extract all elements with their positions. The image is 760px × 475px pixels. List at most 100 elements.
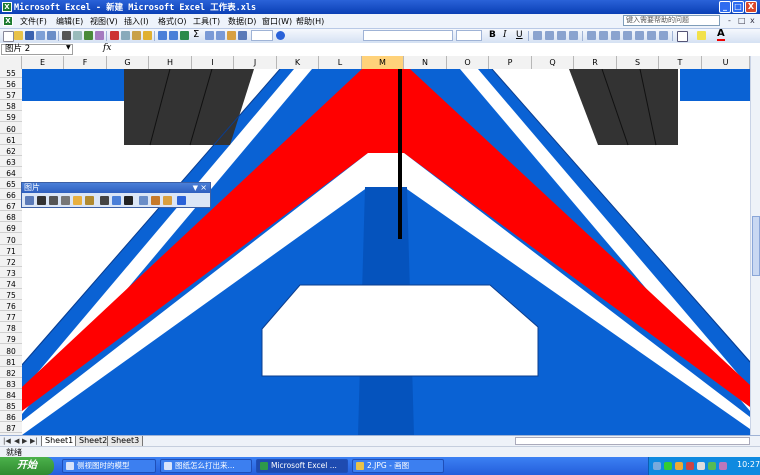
row-header[interactable]: 69 <box>0 224 22 234</box>
workbook-icon[interactable]: X <box>3 16 13 26</box>
italic-button[interactable]: I <box>503 30 507 40</box>
antivirus-icon[interactable] <box>686 462 694 470</box>
function-icon[interactable]: fx <box>103 43 111 53</box>
column-header-selected[interactable]: M <box>362 56 404 69</box>
menu-file[interactable]: 文件(F) <box>20 16 47 27</box>
align-left-icon[interactable] <box>533 31 542 40</box>
format-picture-icon[interactable] <box>151 196 160 205</box>
rotate-icon[interactable] <box>112 196 121 205</box>
zoom-select[interactable] <box>251 30 273 41</box>
open-icon[interactable] <box>14 31 23 40</box>
messenger-icon[interactable] <box>675 462 683 470</box>
align-right-icon[interactable] <box>557 31 566 40</box>
menu-view[interactable]: 视图(V) <box>90 16 118 27</box>
compress-pictures-icon[interactable] <box>139 196 148 205</box>
start-button[interactable]: 开始 <box>0 457 54 475</box>
row-header[interactable]: 76 <box>0 302 22 312</box>
row-header[interactable]: 73 <box>0 269 22 278</box>
row-header[interactable]: 70 <box>0 236 22 245</box>
column-header[interactable]: E <box>22 56 64 69</box>
row-header[interactable]: 85 <box>0 402 22 411</box>
align-center-icon[interactable] <box>545 31 554 40</box>
menu-edit[interactable]: 编辑(E) <box>56 16 83 27</box>
column-header[interactable]: U <box>702 56 750 69</box>
name-box-dropdown-icon[interactable]: ▼ <box>66 44 71 51</box>
worksheet-picture[interactable] <box>22 69 750 435</box>
reset-picture-icon[interactable] <box>177 196 186 205</box>
help-icon[interactable] <box>276 31 285 40</box>
row-header[interactable]: 60 <box>0 125 22 134</box>
column-header[interactable]: H <box>149 56 192 69</box>
next-sheet-button[interactable]: ▶ <box>22 437 27 445</box>
row-header[interactable]: 78 <box>0 324 22 334</box>
sort-ascending-icon[interactable] <box>205 31 214 40</box>
row-header[interactable]: 72 <box>0 258 22 267</box>
menu-data[interactable]: 数据(D) <box>228 16 256 27</box>
format-painter-icon[interactable] <box>143 31 152 40</box>
row-header[interactable]: 84 <box>0 391 22 400</box>
row-header[interactable]: 83 <box>0 380 22 389</box>
column-header[interactable]: O <box>447 56 489 69</box>
clock[interactable]: 10:27 <box>737 460 760 469</box>
email-icon[interactable] <box>47 31 56 40</box>
print-icon[interactable] <box>62 31 71 40</box>
volume-icon[interactable] <box>697 462 705 470</box>
row-header[interactable]: 81 <box>0 358 22 367</box>
column-header[interactable]: Q <box>532 56 574 69</box>
minimize-button[interactable]: _ <box>719 1 731 13</box>
cut-icon[interactable] <box>110 31 119 40</box>
less-contrast-icon[interactable] <box>61 196 70 205</box>
title-bar[interactable]: X Microsoft Excel - 新建 Microsoft Excel 工… <box>0 0 760 14</box>
input-method-icon[interactable] <box>708 462 716 470</box>
row-header[interactable]: 62 <box>0 147 22 156</box>
row-header[interactable]: 66 <box>0 191 22 201</box>
previous-sheet-button[interactable]: ◀ <box>14 437 19 445</box>
insert-picture-icon[interactable] <box>25 196 34 205</box>
undo-icon[interactable] <box>158 31 167 40</box>
line-style-icon[interactable] <box>124 196 133 205</box>
color-icon[interactable] <box>37 196 46 205</box>
row-header[interactable]: 77 <box>0 313 22 323</box>
crop-icon[interactable] <box>100 196 109 205</box>
menu-insert[interactable]: 插入(I) <box>124 16 149 27</box>
column-header[interactable]: T <box>659 56 702 69</box>
menu-window[interactable]: 窗口(W) <box>262 16 292 27</box>
bold-button[interactable]: B <box>489 30 496 40</box>
name-box[interactable]: 图片 2 <box>1 44 73 55</box>
column-header[interactable]: L <box>319 56 362 69</box>
font-size-select[interactable] <box>456 30 482 41</box>
column-header[interactable]: I <box>192 56 234 69</box>
row-header[interactable]: 58 <box>0 102 22 112</box>
row-header[interactable]: 68 <box>0 213 22 223</box>
help-search-input[interactable]: 键入需要帮助的问题 <box>623 15 720 26</box>
row-header[interactable]: 79 <box>0 335 22 345</box>
less-brightness-icon[interactable] <box>85 196 94 205</box>
menu-help[interactable]: 帮助(H) <box>296 16 324 27</box>
column-header[interactable]: J <box>234 56 277 69</box>
vertical-scroll-thumb[interactable] <box>752 216 760 276</box>
network-icon[interactable] <box>653 462 661 470</box>
horizontal-scrollbar[interactable] <box>515 437 750 445</box>
hyperlink-icon[interactable] <box>180 31 189 40</box>
chart-wizard-icon[interactable] <box>227 31 236 40</box>
row-header[interactable]: 75 <box>0 291 22 300</box>
row-header[interactable]: 82 <box>0 369 22 378</box>
picture-toolbar-close-button[interactable]: × <box>200 183 207 193</box>
row-header[interactable]: 71 <box>0 247 22 256</box>
picture-toolbar[interactable]: 图片 ▼ × <box>21 182 211 208</box>
font-name-select[interactable] <box>363 30 453 41</box>
doc-minimize-button[interactable]: - <box>728 16 731 25</box>
taskbar-button-active[interactable]: Microsoft Excel ... <box>256 459 348 473</box>
menu-format[interactable]: 格式(O) <box>158 16 187 27</box>
column-header[interactable]: R <box>574 56 617 69</box>
borders-icon[interactable] <box>677 31 688 42</box>
set-transparent-color-icon[interactable] <box>163 196 172 205</box>
permission-icon[interactable] <box>36 31 45 40</box>
research-icon[interactable] <box>95 31 104 40</box>
decrease-indent-icon[interactable] <box>647 31 656 40</box>
row-header[interactable]: 56 <box>0 80 22 90</box>
row-header[interactable]: 63 <box>0 158 22 167</box>
comma-style-icon[interactable] <box>611 31 620 40</box>
security-icon[interactable] <box>664 462 672 470</box>
picture-toolbar-title[interactable]: 图片 <box>22 183 210 193</box>
